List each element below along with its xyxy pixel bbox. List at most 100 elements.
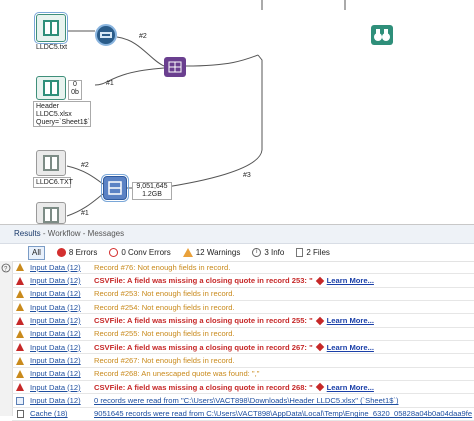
message-row[interactable]: Input Data (12) Record #268: An unescaped…: [12, 368, 474, 382]
select-tool[interactable]: [164, 57, 186, 77]
row-message: CSVFile: A field was missing a closing q…: [94, 276, 313, 286]
error-diamond-icon: [315, 316, 324, 325]
row-message: Record #76: Not enough fields in record.: [94, 262, 231, 272]
row-icon-cell: [12, 303, 28, 312]
filter-conv-errors-button[interactable]: 0 Conv Errors: [109, 248, 171, 257]
input-2-caption: Header LLDC5.xlsx Query=`Sheet1$`: [33, 101, 91, 127]
row-icon-cell: [12, 276, 28, 285]
learn-more-link[interactable]: Learn More...: [327, 343, 374, 352]
row-message: CSVFile: A field was missing a closing q…: [94, 342, 313, 352]
conversion-error-icon: [109, 248, 119, 257]
row-icon-cell: [12, 409, 28, 418]
message-row[interactable]: Input Data (12) Record #76: Not enough fi…: [12, 261, 474, 275]
learn-more-link[interactable]: Learn More...: [327, 383, 374, 392]
book-icon: [43, 207, 59, 223]
error-diamond-icon: [315, 276, 324, 285]
row-message: CSVFile: A field was missing a closing q…: [94, 316, 313, 326]
auto-field-tool[interactable]: [95, 24, 117, 46]
row-tool-link[interactable]: Input Data (12): [28, 276, 88, 285]
row-tool-link[interactable]: Input Data (12): [28, 263, 88, 272]
connection-label-2b: #2: [81, 162, 89, 169]
message-row[interactable]: Input Data (12) CSVFile: A field was miss…: [12, 381, 474, 395]
file-icon: [16, 409, 24, 418]
row-tool-link[interactable]: Input Data (12): [28, 383, 88, 392]
message-row[interactable]: Input Data (12) Record #254: Not enough f…: [12, 301, 474, 315]
filter-all-label: All: [32, 247, 41, 257]
connection-label-1: #1: [106, 80, 114, 87]
warning-icon: [16, 369, 24, 378]
row-icon-cell: [12, 356, 28, 365]
union-stats-badge: 9,051,645 1.2GB: [132, 182, 172, 200]
badge-bottom: 0b: [71, 89, 79, 96]
connection-label-1b: #1: [81, 210, 89, 217]
connection-label-3: #3: [243, 172, 251, 179]
error-icon: [16, 343, 24, 352]
input-1-caption: LLDC5.txt: [36, 44, 68, 51]
row-message[interactable]: 9051645 records were read from C:\Users\…: [88, 409, 474, 418]
row-message: Record #268: An unescaped quote was foun…: [94, 369, 260, 379]
book-icon: [43, 155, 59, 171]
filter-warnings-label: 12 Warnings: [195, 248, 241, 257]
error-icon: [16, 383, 24, 392]
message-filter-bar: All 8 Errors 0 Conv Errors 12 Warnings i…: [0, 244, 474, 262]
warning-icon: [16, 356, 24, 365]
book-icon: [43, 80, 59, 96]
filter-all-button[interactable]: All: [28, 245, 45, 260]
filter-errors-button[interactable]: 8 Errors: [56, 248, 97, 257]
row-tool-link[interactable]: Input Data (12): [28, 343, 88, 352]
filter-files-button[interactable]: 2 Files: [296, 248, 330, 257]
message-row[interactable]: Input Data (12) CSVFile: A field was miss…: [12, 341, 474, 355]
error-icon: [16, 276, 24, 285]
message-row[interactable]: Input Data (12) Record #267: Not enough f…: [12, 354, 474, 368]
file-icon: [296, 248, 304, 257]
message-row[interactable]: Cache (18) 9051645 records were read from…: [12, 408, 474, 421]
warning-icon: [182, 248, 193, 257]
learn-more-link[interactable]: Learn More...: [327, 276, 374, 285]
help-icon[interactable]: ?: [0, 261, 12, 275]
union-tool[interactable]: [101, 174, 129, 202]
learn-more-link[interactable]: Learn More...: [327, 316, 374, 325]
row-icon-cell: [12, 329, 28, 338]
error-icon: [56, 248, 66, 257]
message-row[interactable]: Input Data (12) CSVFile: A field was miss…: [12, 274, 474, 288]
cache-icon: [100, 32, 112, 38]
message-row[interactable]: Input Data (12) Record #255: Not enough f…: [12, 328, 474, 342]
book-icon: [43, 20, 59, 36]
row-message: Record #267: Not enough fields in record…: [94, 356, 235, 366]
row-tool-link[interactable]: Input Data (12): [28, 289, 88, 298]
message-row[interactable]: Input Data (12) Record #253: Not enough f…: [12, 288, 474, 302]
workflow-canvas[interactable]: LLDC5.txt #2 0 0b #1 Header LLDC5.xlsx Q…: [0, 0, 474, 224]
input-data-tool-1[interactable]: [34, 12, 68, 44]
input-data-tool-4[interactable]: [36, 202, 66, 224]
row-tool-link[interactable]: Input Data (12): [28, 396, 88, 405]
row-tool-link[interactable]: Cache (18): [28, 409, 88, 418]
message-row[interactable]: Input Data (12) 0 records were read from …: [12, 394, 474, 408]
row-message: CSVFile: A field was missing a closing q…: [94, 382, 313, 392]
input-data-tool-2[interactable]: [36, 76, 66, 100]
row-tool-link[interactable]: Input Data (12): [28, 316, 88, 325]
error-icon: [16, 316, 24, 325]
grid-icon: [168, 61, 182, 73]
row-tool-link[interactable]: Input Data (12): [28, 369, 88, 378]
row-icon-cell: [12, 316, 28, 325]
row-tool-link[interactable]: Input Data (12): [28, 329, 88, 338]
row-icon-cell: [12, 263, 28, 272]
filter-info-button[interactable]: i 3 Info: [252, 248, 284, 257]
badge-top: 0: [73, 81, 77, 88]
row-icon-cell: [12, 343, 28, 352]
row-tool-link[interactable]: Input Data (12): [28, 356, 88, 365]
warning-icon: [16, 303, 24, 312]
message-row[interactable]: Input Data (12) CSVFile: A field was miss…: [12, 314, 474, 328]
filter-warnings-button[interactable]: 12 Warnings: [182, 248, 241, 257]
row-message: Record #255: Not enough fields in record…: [94, 329, 235, 339]
union-icon: [108, 181, 122, 195]
browse-tool[interactable]: [371, 25, 393, 45]
row-tool-link[interactable]: Input Data (12): [28, 303, 88, 312]
connection-label-2: #2: [139, 33, 147, 40]
row-message[interactable]: 0 records were read from "C:\Users\VACT8…: [88, 396, 474, 405]
row-icon-cell: [12, 289, 28, 298]
input-data-tool-3[interactable]: [36, 150, 66, 176]
input-3-caption: LLDC6.TXT: [33, 177, 73, 188]
results-subtitle: - Workflow - Messages: [40, 229, 125, 238]
row-icon-cell: [12, 396, 28, 405]
